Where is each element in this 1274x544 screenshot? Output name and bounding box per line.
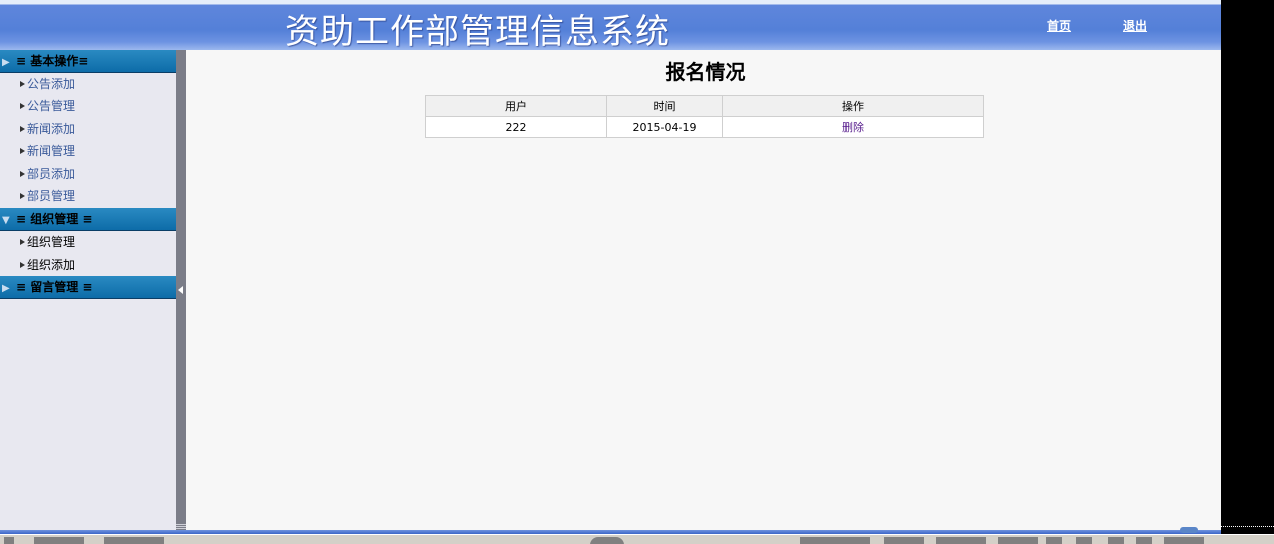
status-icon bbox=[1136, 537, 1152, 544]
triangle-right-icon bbox=[20, 262, 25, 268]
table-row: 222 2015-04-19 删除 bbox=[425, 116, 984, 138]
column-header-time: 时间 bbox=[606, 95, 723, 117]
home-link[interactable]: 首页 bbox=[1047, 17, 1071, 34]
cell-time: 2015-04-19 bbox=[606, 116, 723, 138]
table-header-row: 用户 时间 操作 bbox=[425, 95, 984, 117]
browser-status-bar bbox=[0, 534, 1274, 544]
cell-action: 删除 bbox=[722, 116, 984, 138]
column-header-action: 操作 bbox=[722, 95, 984, 117]
triangle-right-icon bbox=[20, 148, 25, 154]
logout-link[interactable]: 退出 bbox=[1123, 17, 1147, 34]
dotted-separator bbox=[1221, 526, 1274, 527]
status-segment bbox=[1164, 537, 1204, 544]
status-icon bbox=[1108, 537, 1124, 544]
signup-table: 用户 时间 操作 222 2015-04-19 删除 bbox=[425, 95, 984, 138]
triangle-right-icon bbox=[20, 171, 25, 177]
scroll-thumb[interactable] bbox=[1180, 527, 1198, 533]
sidebar-item-notice-manage[interactable]: 公告管理 bbox=[20, 97, 75, 115]
expanded-folder-icon: ▼ bbox=[2, 215, 10, 226]
triangle-right-icon bbox=[20, 239, 25, 245]
sidebar-splitter[interactable] bbox=[176, 50, 186, 530]
triangle-right-icon bbox=[20, 126, 25, 132]
status-segment bbox=[34, 537, 84, 544]
main-content: 报名情况 用户 时间 操作 222 2015-04-19 删除 bbox=[186, 50, 1221, 530]
sidebar-item-news-manage[interactable]: 新闻管理 bbox=[20, 142, 75, 160]
sidebar-item-member-manage[interactable]: 部员管理 bbox=[20, 187, 75, 205]
page-title: 报名情况 bbox=[665, 60, 746, 84]
status-segment bbox=[998, 537, 1038, 544]
delete-link[interactable]: 删除 bbox=[842, 121, 864, 134]
sidebar-item-news-add[interactable]: 新闻添加 bbox=[20, 120, 75, 138]
sidebar-item-notice-add[interactable]: 公告添加 bbox=[20, 75, 75, 93]
sidebar-item-org-manage[interactable]: 组织管理 bbox=[20, 233, 75, 251]
sidebar: ▶ ≡ 基本操作≡ 公告添加 公告管理 新闻添加 新闻管理 部员添加 部员管理 ▼… bbox=[0, 50, 176, 530]
header-banner: 资助工作部管理信息系统 首页 退出 bbox=[0, 0, 1221, 52]
collapse-left-icon[interactable] bbox=[178, 286, 183, 294]
cell-user: 222 bbox=[425, 116, 607, 138]
status-icon bbox=[4, 537, 14, 544]
collapsed-folder-icon: ▶ bbox=[2, 283, 10, 294]
sidebar-item-member-add[interactable]: 部员添加 bbox=[20, 165, 75, 183]
site-title: 资助工作部管理信息系统 bbox=[285, 12, 670, 52]
triangle-right-icon bbox=[20, 193, 25, 199]
status-segment bbox=[936, 537, 986, 544]
sidebar-group-basic-ops[interactable]: ▶ ≡ 基本操作≡ bbox=[0, 50, 176, 73]
status-segment bbox=[104, 537, 164, 544]
screen: 资助工作部管理信息系统 首页 退出 ▶ ≡ 基本操作≡ 公告添加 公告管理 新闻添… bbox=[0, 0, 1274, 544]
status-icon bbox=[1076, 537, 1092, 544]
status-segment bbox=[884, 537, 924, 544]
column-header-user: 用户 bbox=[425, 95, 607, 117]
status-segment bbox=[800, 537, 870, 544]
collapsed-folder-icon: ▶ bbox=[2, 57, 10, 68]
sidebar-group-org-manage[interactable]: ▼ ≡ 组织管理 ≡ bbox=[0, 208, 176, 231]
status-segment bbox=[590, 537, 624, 544]
sidebar-group-messages[interactable]: ▶ ≡ 留言管理 ≡ bbox=[0, 276, 176, 299]
triangle-right-icon bbox=[20, 103, 25, 109]
triangle-right-icon bbox=[20, 81, 25, 87]
sidebar-item-org-add[interactable]: 组织添加 bbox=[20, 256, 75, 274]
app-window: 资助工作部管理信息系统 首页 退出 ▶ ≡ 基本操作≡ 公告添加 公告管理 新闻添… bbox=[0, 0, 1221, 530]
status-icon bbox=[1046, 537, 1062, 544]
